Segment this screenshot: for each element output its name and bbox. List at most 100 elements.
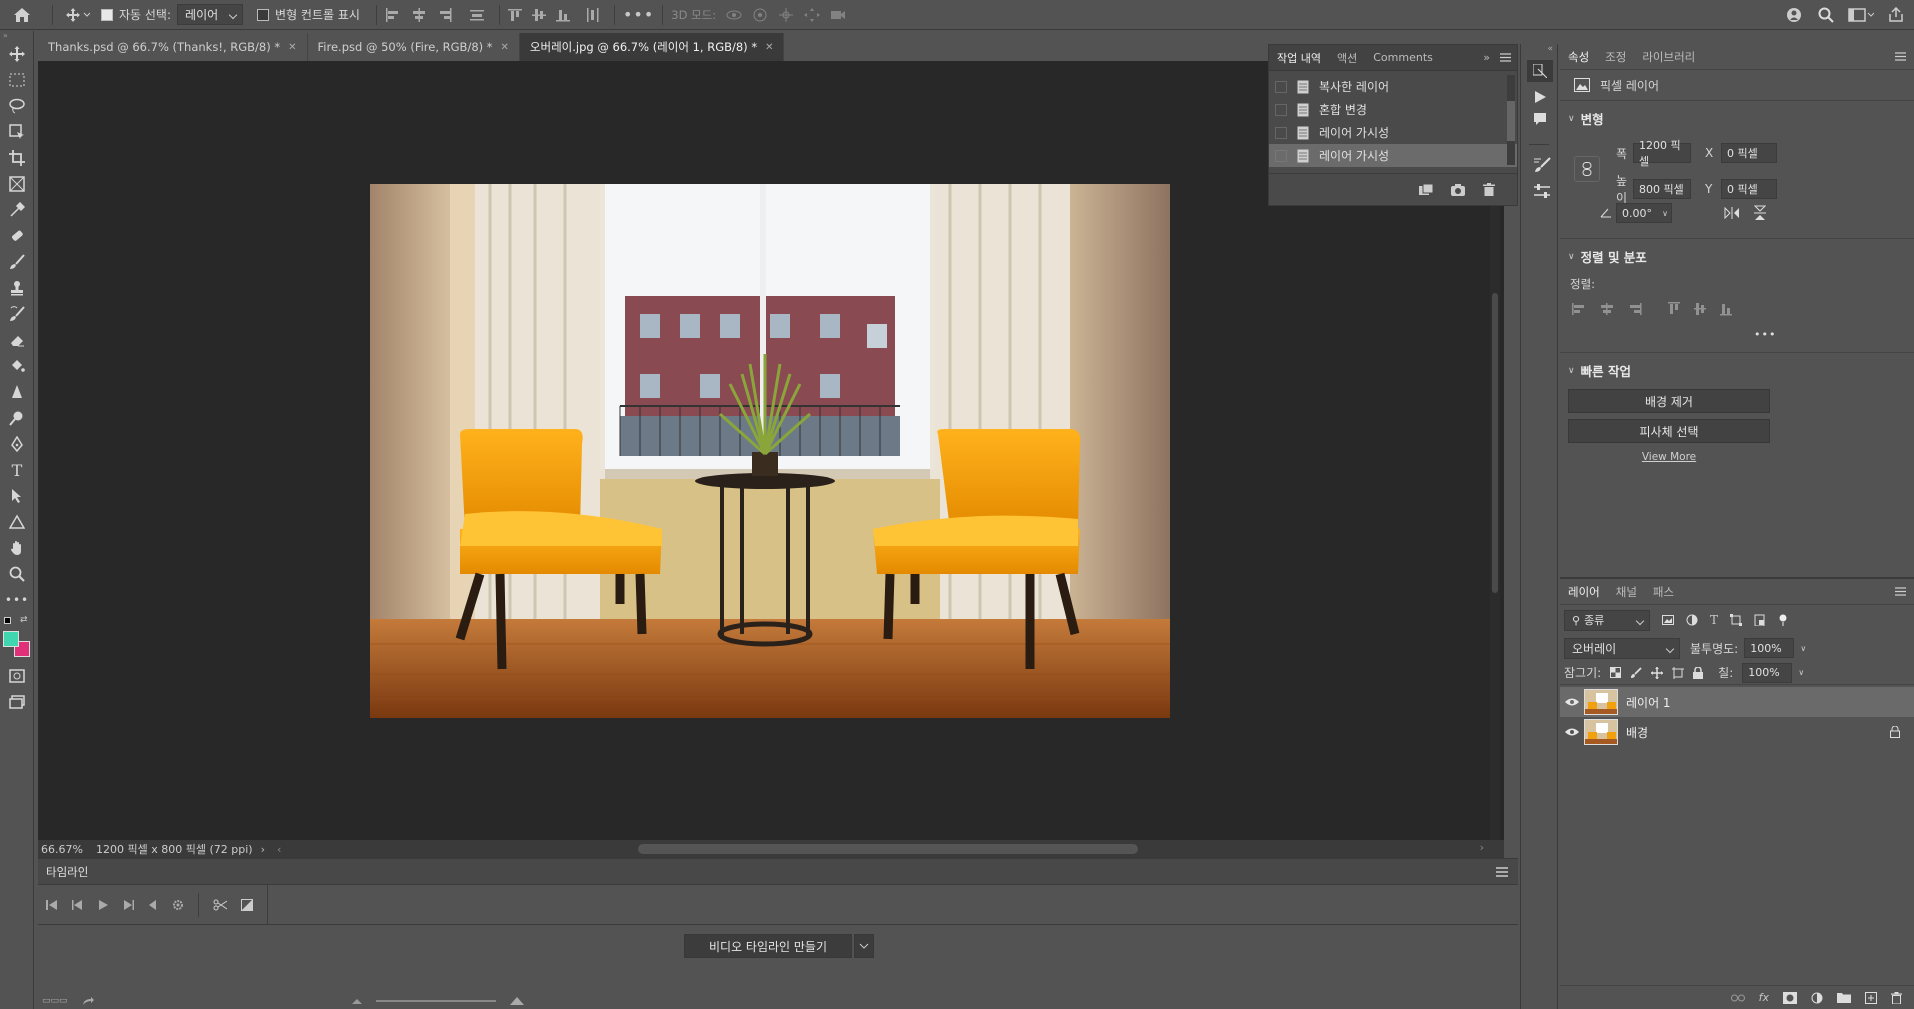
filter-adjustment-icon[interactable] [1686, 614, 1698, 626]
screen-mode-icon[interactable] [0, 689, 34, 715]
filter-pixel-icon[interactable] [1662, 615, 1674, 625]
history-panel-icon[interactable] [1527, 60, 1553, 82]
align-right-icon[interactable] [437, 7, 453, 22]
new-group-folder-icon[interactable] [1837, 992, 1851, 1003]
paint-bucket-tool-icon[interactable] [0, 353, 34, 379]
history-item-selected[interactable]: 레이어 가시성 [1269, 144, 1517, 167]
tab-adjustments[interactable]: 조정 [1597, 49, 1634, 65]
lock-icon[interactable] [1890, 726, 1900, 738]
cloud-user-icon[interactable] [1786, 7, 1804, 23]
eraser-tool-icon[interactable] [0, 327, 34, 353]
align-right-edges-icon[interactable] [1628, 303, 1642, 315]
camera-snapshot-icon[interactable] [1451, 183, 1465, 196]
scrollbar-thumb[interactable] [1492, 293, 1498, 593]
comments-icon[interactable] [1533, 112, 1546, 126]
opacity-field[interactable]: 100% ∨ [1744, 638, 1806, 658]
shape-tool-icon[interactable] [0, 509, 34, 535]
tab-actions[interactable]: 액션 [1329, 50, 1365, 66]
blend-mode-dropdown[interactable]: 오버레이 [1564, 637, 1680, 659]
filter-smart-object-icon[interactable] [1754, 614, 1766, 626]
align-middle-icon[interactable] [531, 8, 546, 22]
eye-icon[interactable] [1560, 697, 1584, 707]
close-icon[interactable]: ✕ [765, 42, 773, 53]
lock-position-icon[interactable] [1651, 666, 1664, 679]
panel-menu-icon[interactable] [1895, 587, 1906, 596]
lock-transparent-pixels-icon[interactable] [1610, 667, 1622, 678]
path-selection-tool-icon[interactable] [0, 483, 34, 509]
chevron-down-icon[interactable]: ∨ [1568, 366, 1575, 376]
history-snapshot-checkbox[interactable] [1275, 80, 1287, 93]
new-document-from-state-icon[interactable] [1419, 183, 1433, 196]
3d-roll-icon[interactable] [752, 8, 768, 22]
document-image[interactable] [370, 184, 1170, 718]
type-tool-icon[interactable]: T [0, 457, 34, 483]
healing-brush-tool-icon[interactable] [0, 223, 34, 249]
lock-all-icon[interactable] [1693, 666, 1704, 679]
3d-pan-icon[interactable] [778, 7, 794, 22]
filter-type-icon[interactable]: T [1710, 613, 1718, 627]
convert-icon[interactable] [82, 996, 94, 1006]
search-icon[interactable] [1818, 7, 1834, 23]
select-subject-button[interactable]: 피사체 선택 [1568, 419, 1770, 443]
split-scissors-icon[interactable] [213, 899, 227, 911]
tab-paths[interactable]: 패스 [1645, 584, 1682, 600]
flip-horizontal-icon[interactable] [1724, 207, 1740, 219]
brush-tool-icon[interactable] [0, 249, 34, 275]
close-icon[interactable]: ✕ [501, 42, 509, 53]
tab-overlay[interactable]: 오버레이.jpg @ 66.7% (레이어 1, RGB/8) * ✕ [519, 33, 785, 61]
tab-properties[interactable]: 속성 [1560, 49, 1597, 65]
crop-tool-icon[interactable] [0, 145, 34, 171]
timeline-zoom-slider[interactable] [375, 1000, 496, 1002]
swap-colors-icon[interactable]: ⇄ [20, 615, 28, 625]
3d-slide-icon[interactable] [804, 7, 821, 22]
align-left-edges-icon[interactable] [1572, 303, 1586, 315]
workspace-icon[interactable] [1848, 7, 1874, 22]
more-options-icon[interactable]: ••• [623, 5, 654, 24]
height-field[interactable]: 800 픽셀 [1633, 179, 1691, 199]
distribute-icon[interactable] [469, 8, 485, 22]
tab-history[interactable]: 작업 내역 [1269, 50, 1329, 66]
chevron-down-icon[interactable]: ∨ [1568, 114, 1575, 124]
zoom-tool-icon[interactable] [0, 561, 34, 587]
align-top-edges-icon[interactable] [1668, 302, 1680, 316]
collapse-icon[interactable]: « [1521, 44, 1557, 56]
hand-tool-icon[interactable] [0, 535, 34, 561]
create-video-timeline-button[interactable]: 비디오 타임라인 만들기 [684, 934, 852, 958]
new-layer-icon[interactable] [1865, 991, 1877, 1004]
more-align-options-icon[interactable]: ••• [1754, 328, 1914, 341]
chevron-right-icon[interactable]: › [261, 843, 265, 856]
remove-background-button[interactable]: 배경 제거 [1568, 389, 1770, 413]
width-field[interactable]: 1200 픽셀 [1633, 139, 1691, 168]
align-center-icon[interactable] [411, 7, 427, 22]
chevron-down-icon[interactable] [854, 934, 874, 958]
zoom-out-timeline-icon[interactable] [351, 998, 362, 1004]
share-icon[interactable] [1888, 6, 1904, 23]
eye-icon[interactable] [1560, 727, 1584, 737]
chevron-down-icon[interactable]: ∨ [1568, 252, 1575, 262]
add-mask-icon[interactable] [1783, 991, 1797, 1004]
first-frame-icon[interactable] [46, 899, 58, 910]
align-left-icon[interactable] [385, 7, 401, 22]
zoom-in-timeline-icon[interactable] [509, 997, 524, 1005]
lock-image-pixels-icon[interactable] [1630, 666, 1642, 679]
scroll-right-icon[interactable]: › [1480, 841, 1484, 854]
brush-settings-icon[interactable] [1533, 157, 1551, 173]
align-horizontal-centers-icon[interactable] [1600, 303, 1614, 315]
move-tool-icon[interactable] [0, 41, 34, 67]
settings-gear-icon[interactable] [172, 899, 184, 911]
view-more-link[interactable]: View More [1568, 451, 1770, 463]
link-layers-icon[interactable] [1730, 994, 1745, 1002]
blur-tool-icon[interactable] [0, 379, 34, 405]
lock-artboard-icon[interactable] [1672, 666, 1685, 679]
history-brush-tool-icon[interactable] [0, 301, 34, 327]
default-colors-icon[interactable] [4, 617, 11, 624]
align-top-icon[interactable] [507, 8, 522, 22]
actions-play-icon[interactable] [1533, 90, 1546, 104]
panel-menu-icon[interactable] [1895, 52, 1906, 61]
pen-tool-icon[interactable] [0, 431, 34, 457]
3d-orbit-icon[interactable] [726, 8, 742, 22]
color-swatches[interactable]: ⇄ [0, 613, 33, 663]
tab-channels[interactable]: 채널 [1608, 584, 1645, 600]
layer-style-fx-icon[interactable]: fx [1759, 991, 1769, 1004]
link-icon[interactable] [1574, 156, 1600, 182]
